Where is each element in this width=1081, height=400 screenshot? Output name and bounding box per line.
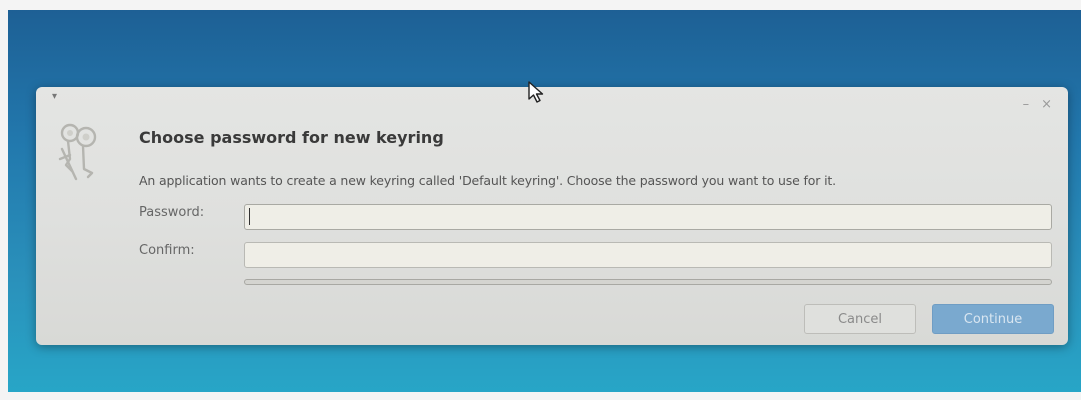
screen-border-top [0, 0, 1081, 10]
text-caret [249, 208, 250, 225]
screen-border-bottom [0, 392, 1081, 400]
keyring-icon [58, 123, 97, 181]
close-button[interactable]: × [1041, 97, 1052, 112]
confirm-field[interactable] [244, 242, 1052, 268]
password-strength-bar [244, 279, 1052, 285]
continue-button[interactable]: Continue [932, 304, 1054, 334]
mouse-pointer-icon [528, 81, 544, 103]
confirm-label: Confirm: [139, 243, 195, 258]
dialog-title: Choose password for new keyring [139, 128, 444, 147]
dialog-description: An application wants to create a new key… [139, 173, 836, 188]
minimize-button[interactable]: – [1023, 97, 1030, 112]
window-controls: – × [1023, 97, 1052, 112]
keyring-password-dialog: ▾ – × Choose password for new keyring An… [36, 87, 1068, 345]
window-menu-button[interactable]: ▾ [52, 91, 57, 102]
password-field[interactable] [244, 204, 1052, 230]
screen-border-left [0, 0, 8, 400]
cancel-button[interactable]: Cancel [804, 304, 916, 334]
password-label: Password: [139, 205, 205, 220]
